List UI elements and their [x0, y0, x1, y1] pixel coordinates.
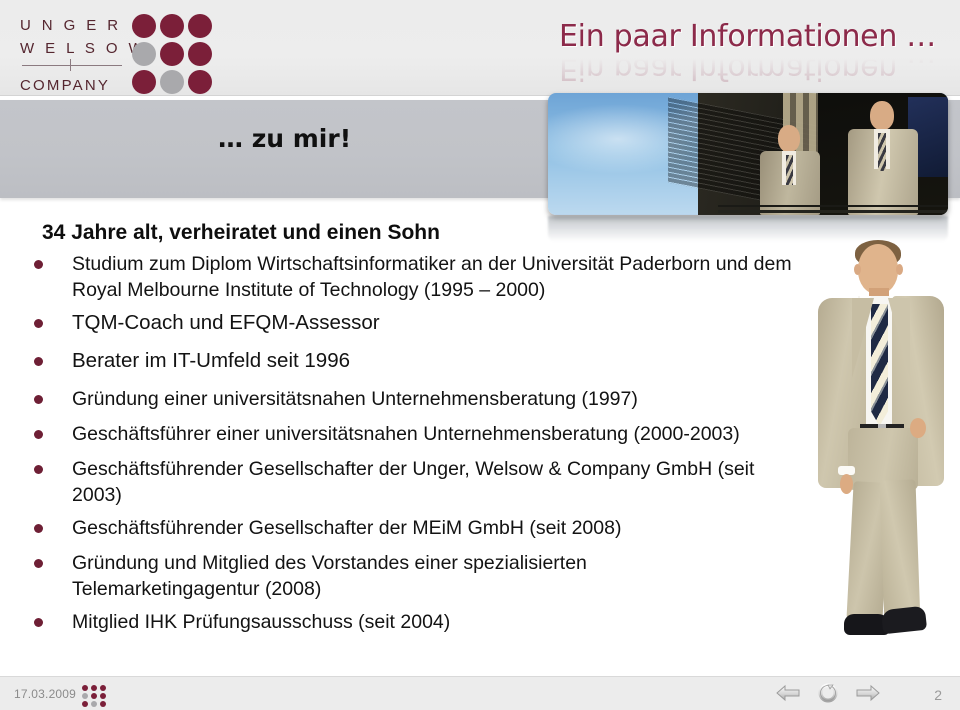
bullet-text: Studium zum Diplom Wirtschaftsinformatik… — [72, 253, 792, 301]
bullet-dot-icon — [34, 260, 43, 269]
bullet-dot-icon — [34, 618, 43, 627]
photo-man-left — [756, 115, 826, 215]
logo-dot — [188, 14, 212, 38]
slide-subtitle: … zu mir! — [218, 124, 352, 153]
bullet-dot-icon — [34, 524, 43, 533]
slide-title-block: Ein paar Informationen … Ein paar Inform… — [559, 19, 936, 87]
footer-dot — [82, 701, 88, 707]
footer-dot — [82, 685, 88, 691]
slide-title: Ein paar Informationen … — [559, 19, 936, 54]
person-hand-right — [910, 418, 926, 438]
logo-dot — [160, 42, 184, 66]
bullet-dot-icon — [34, 395, 43, 404]
logo-line-unger: U N G E R — [20, 17, 122, 34]
slide-header: U N G E R W E L S O W COMPANY Ein paar I… — [0, 0, 960, 96]
footer-dot — [91, 701, 97, 707]
arrow-right-icon — [856, 684, 880, 702]
presentation-slide: U N G E R W E L S O W COMPANY Ein paar I… — [0, 0, 960, 710]
list-item: Gründung einer universitätsnahen Unterne… — [34, 386, 824, 412]
list-item: TQM-Coach und EFQM-Assessor — [34, 310, 824, 336]
person-lapel-right — [888, 298, 910, 378]
list-item: Geschäftsführender Gesellschafter der ME… — [34, 515, 824, 541]
logo-dot — [188, 42, 212, 66]
standing-businessman-photo — [800, 236, 960, 656]
bullet-dot-icon — [34, 465, 43, 474]
bullet-text: Geschäftsführender Gesellschafter der ME… — [72, 517, 622, 539]
person-lapel-left — [852, 298, 874, 378]
footer-date: 17.03.2009 — [14, 687, 77, 701]
company-logo: U N G E R W E L S O W COMPANY — [20, 8, 212, 94]
footer-dot — [91, 685, 97, 691]
list-item: Studium zum Diplom Wirtschaftsinformatik… — [34, 251, 824, 303]
person-ear-right — [896, 264, 903, 275]
footer-dot — [100, 685, 106, 691]
person-head — [858, 244, 898, 294]
photo-railing-upper — [718, 205, 948, 207]
person-ear-left — [854, 264, 861, 275]
restart-slideshow-button[interactable] — [814, 682, 842, 704]
page-number: 2 — [934, 687, 942, 703]
content-lead-line: 34 Jahre alt, verheiratet und einen Sohn — [42, 221, 440, 244]
photo-man-tie — [878, 133, 886, 171]
list-item: Mitglied IHK Prüfungsausschuss (seit 200… — [34, 609, 824, 635]
footer-dot — [82, 693, 88, 699]
slide-navigation — [774, 682, 882, 704]
photo-man-head — [870, 101, 894, 130]
logo-dot — [160, 14, 184, 38]
photo-railing-lower — [718, 210, 948, 213]
photo-man-head — [778, 125, 800, 152]
logo-dot — [132, 14, 156, 38]
logo-dot — [188, 70, 212, 94]
bullet-text: TQM-Coach und EFQM-Assessor — [72, 311, 380, 334]
photo-man-tie — [786, 155, 793, 185]
bullet-text: Mitglied IHK Prüfungsausschuss (seit 200… — [72, 611, 451, 633]
logo-wordmark: U N G E R W E L S O W COMPANY — [20, 14, 147, 97]
person-leg-right — [879, 479, 921, 627]
person-hand-left — [840, 474, 853, 494]
bullet-dot-icon — [34, 559, 43, 568]
bullet-text: Berater im IT-Umfeld seit 1996 — [72, 349, 350, 372]
list-item: Geschäftsführender Gesellschafter der Un… — [34, 456, 824, 508]
footer-dot-grid — [82, 685, 107, 707]
list-item: Berater im IT-Umfeld seit 1996 — [34, 348, 824, 374]
previous-slide-button[interactable] — [774, 682, 802, 704]
bullet-dot-icon — [34, 319, 43, 328]
bullet-dot-icon — [34, 357, 43, 366]
bullet-text: Geschäftsführer einer universitätsnahen … — [72, 423, 740, 445]
logo-divider-rule — [22, 65, 122, 66]
bullet-text: Gründung und Mitglied des Vorstandes ein… — [72, 552, 587, 600]
bullet-text: Geschäftsführender Gesellschafter der Un… — [72, 458, 755, 506]
logo-dot — [160, 70, 184, 94]
logo-line-company: COMPANY — [20, 77, 111, 94]
logo-dot — [132, 70, 156, 94]
footer-dot — [91, 693, 97, 699]
list-item: Geschäftsführer einer universitätsnahen … — [34, 421, 824, 447]
bullet-dot-icon — [34, 430, 43, 439]
list-item: Gründung und Mitglied des Vorstandes ein… — [34, 550, 824, 602]
footer-dot — [100, 701, 106, 707]
bullet-text: Gründung einer universitätsnahen Unterne… — [72, 388, 638, 410]
logo-dot — [132, 42, 156, 66]
slide-title-reflection: Ein paar Informationen … — [559, 51, 936, 86]
arrow-left-icon — [776, 684, 800, 702]
refresh-circle-icon — [818, 683, 838, 703]
photo-man-right — [844, 99, 924, 215]
banner-photo-two-businessmen — [548, 93, 948, 215]
logo-divider-tick — [70, 59, 71, 71]
logo-dot-grid — [132, 14, 214, 96]
footer-dot — [100, 693, 106, 699]
logo-line-welsow: W E L S O W — [20, 40, 147, 57]
next-slide-button[interactable] — [854, 682, 882, 704]
person-shoe-right — [880, 605, 928, 635]
bullet-list: Studium zum Diplom Wirtschaftsinformatik… — [34, 251, 824, 644]
